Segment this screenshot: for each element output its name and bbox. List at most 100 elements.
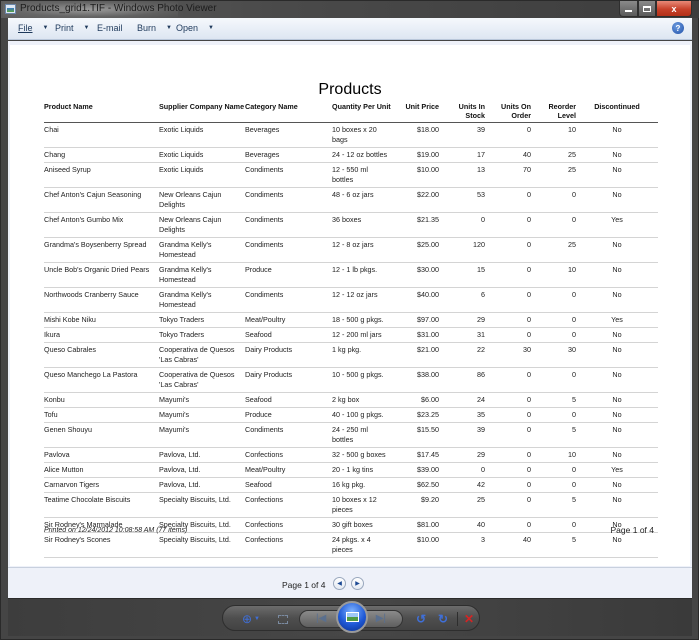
reorder-level-cell: 0 xyxy=(572,465,576,474)
quantity-cell: 24 pkgs. x 4 pieces xyxy=(332,535,371,554)
delete-button[interactable]: ✕ xyxy=(461,611,477,627)
reorder-level-cell: 0 xyxy=(572,370,576,379)
reorder-level-cell: 25 xyxy=(568,150,576,159)
close-icon: x xyxy=(671,3,677,14)
quantity-cell: 12 - 12 oz jars xyxy=(332,290,378,299)
toolbar-controls: ⊕ ▼ |◀ ▶| ↺ ↻ ✕ xyxy=(222,601,480,633)
unit-price-cell: $38.00 xyxy=(417,370,439,379)
rotate-clockwise-button[interactable]: ↻ xyxy=(435,611,451,627)
reorder-level-cell: 0 xyxy=(572,315,576,324)
category-cell: Condiments xyxy=(245,215,284,224)
reorder-level-cell: 0 xyxy=(572,190,576,199)
unit-price-cell: $97.00 xyxy=(417,315,439,324)
maximize-button[interactable] xyxy=(638,1,656,17)
discontinued-cell: No xyxy=(612,370,622,379)
units-on-order-cell: 0 xyxy=(527,370,531,379)
unit-price-cell: $25.00 xyxy=(417,240,439,249)
units-on-order-cell: 40 xyxy=(523,535,531,544)
menu-open[interactable]: Open ▼ xyxy=(176,23,214,33)
units-in-stock-cell: 40 xyxy=(477,520,485,529)
image-viewport[interactable]: Products Product Name Supplier Company N… xyxy=(8,41,692,598)
units-in-stock-cell: 0 xyxy=(481,465,485,474)
supplier-cell: Cooperativa de Quesos 'Las Cabras' xyxy=(159,345,235,364)
product-name-cell: Chang xyxy=(44,150,66,159)
quantity-cell: 12 - 200 ml jars xyxy=(332,330,382,339)
quantity-cell: 40 - 100 g pkgs. xyxy=(332,410,384,419)
rotate-counterclockwise-button[interactable]: ↺ xyxy=(413,611,429,627)
chevron-down-icon: ▼ xyxy=(208,25,214,31)
previous-page-button[interactable]: ◀ xyxy=(333,577,346,590)
menu-file-label: File xyxy=(18,23,33,33)
category-cell: Condiments xyxy=(245,190,284,199)
unit-price-cell: $15.50 xyxy=(417,425,439,434)
previous-image-button[interactable]: |◀ xyxy=(316,613,326,624)
supplier-cell: New Orleans Cajun Delights xyxy=(159,190,222,209)
category-cell: Dairy Products xyxy=(245,345,293,354)
category-cell: Confections xyxy=(245,450,283,459)
category-cell: Confections xyxy=(245,520,283,529)
menu-burn[interactable]: Burn ▼ xyxy=(137,23,172,33)
units-on-order-cell: 0 xyxy=(527,330,531,339)
table-row: Aniseed Syrup Exotic Liquids Condiments 12 … xyxy=(44,163,658,188)
units-on-order-cell: 0 xyxy=(527,240,531,249)
next-page-button[interactable]: ▶ xyxy=(351,577,364,590)
actual-size-button[interactable] xyxy=(275,611,291,627)
reorder-level-cell: 0 xyxy=(572,215,576,224)
supplier-cell: Grandma Kelly's Homestead xyxy=(159,265,212,284)
photo-viewer-icon xyxy=(5,4,16,14)
product-name-cell: Grandma's Boysenberry Spread xyxy=(44,240,147,249)
table-header-row: Product Name Supplier Company Name Categ… xyxy=(44,102,658,123)
discontinued-cell: Yes xyxy=(611,315,623,324)
next-image-button[interactable]: ▶| xyxy=(376,613,386,624)
slideshow-button[interactable] xyxy=(336,601,368,633)
units-in-stock-cell: 25 xyxy=(477,495,485,504)
unit-price-cell: $18.00 xyxy=(417,125,439,134)
printed-timestamp: Printed on 12/24/2012 10:08:58 AM (77 it… xyxy=(44,527,188,534)
quantity-cell: 12 - 8 oz jars xyxy=(332,240,374,249)
menu-file[interactable]: File ▼ xyxy=(18,23,48,33)
chevron-down-icon: ▼ xyxy=(254,616,260,622)
units-on-order-cell: 0 xyxy=(527,520,531,529)
quantity-cell: 1 kg pkg. xyxy=(332,345,362,354)
arrow-right-icon: ▶ xyxy=(355,581,360,587)
product-name-cell: Genen Shouyu xyxy=(44,425,92,434)
unit-price-cell: $30.00 xyxy=(417,265,439,274)
category-cell: Beverages xyxy=(245,150,280,159)
table-row: Alice Mutton Pavlova, Ltd. Meat/Poultry 20 … xyxy=(44,463,658,478)
units-in-stock-cell: 86 xyxy=(477,370,485,379)
product-name-cell: Sir Rodney's Scones xyxy=(44,535,111,544)
units-on-order-cell: 0 xyxy=(527,410,531,419)
quantity-cell: 16 kg pkg. xyxy=(332,480,366,489)
reorder-level-cell: 0 xyxy=(572,290,576,299)
table-row: Konbu Mayumi's Seafood 2 kg box $6.00 24 0 5 No xyxy=(44,393,658,408)
quantity-cell: 24 - 12 oz bottles xyxy=(332,150,388,159)
menu-print[interactable]: Print ▼ xyxy=(55,23,89,33)
supplier-cell: Grandma Kelly's Homestead xyxy=(159,240,212,259)
unit-price-cell: $40.00 xyxy=(417,290,439,299)
zoom-dropdown[interactable]: ▼ xyxy=(253,611,261,627)
help-icon[interactable]: ? xyxy=(672,22,684,34)
units-in-stock-cell: 6 xyxy=(481,290,485,299)
chevron-down-icon: ▼ xyxy=(166,25,172,31)
unit-price-cell: $62.50 xyxy=(417,480,439,489)
table-row: Genen Shouyu Mayumi's Condiments 24 - 250 m… xyxy=(44,423,658,448)
arrow-left-icon: ◀ xyxy=(337,581,342,587)
quantity-cell: 10 boxes x 20 bags xyxy=(332,125,377,144)
supplier-cell: Mayumi's xyxy=(159,410,190,419)
units-on-order-cell: 0 xyxy=(527,465,531,474)
units-on-order-cell: 70 xyxy=(523,165,531,174)
category-cell: Confections xyxy=(245,495,283,504)
discontinued-cell: Yes xyxy=(611,215,623,224)
product-name-cell: Tofu xyxy=(44,410,58,419)
units-in-stock-cell: 31 xyxy=(477,330,485,339)
supplier-cell: Pavlova, Ltd. xyxy=(159,465,201,474)
product-name-cell: Carnarvon Tigers xyxy=(44,480,100,489)
menu-email[interactable]: E-mail xyxy=(97,23,123,33)
minimize-button[interactable] xyxy=(619,1,638,17)
column-header: Category Name xyxy=(245,102,298,111)
unit-price-cell: $21.35 xyxy=(417,215,439,224)
units-in-stock-cell: 53 xyxy=(477,190,485,199)
reorder-level-cell: 5 xyxy=(572,395,576,404)
column-header: Discontinued xyxy=(594,102,640,111)
close-button[interactable]: x xyxy=(656,1,692,17)
